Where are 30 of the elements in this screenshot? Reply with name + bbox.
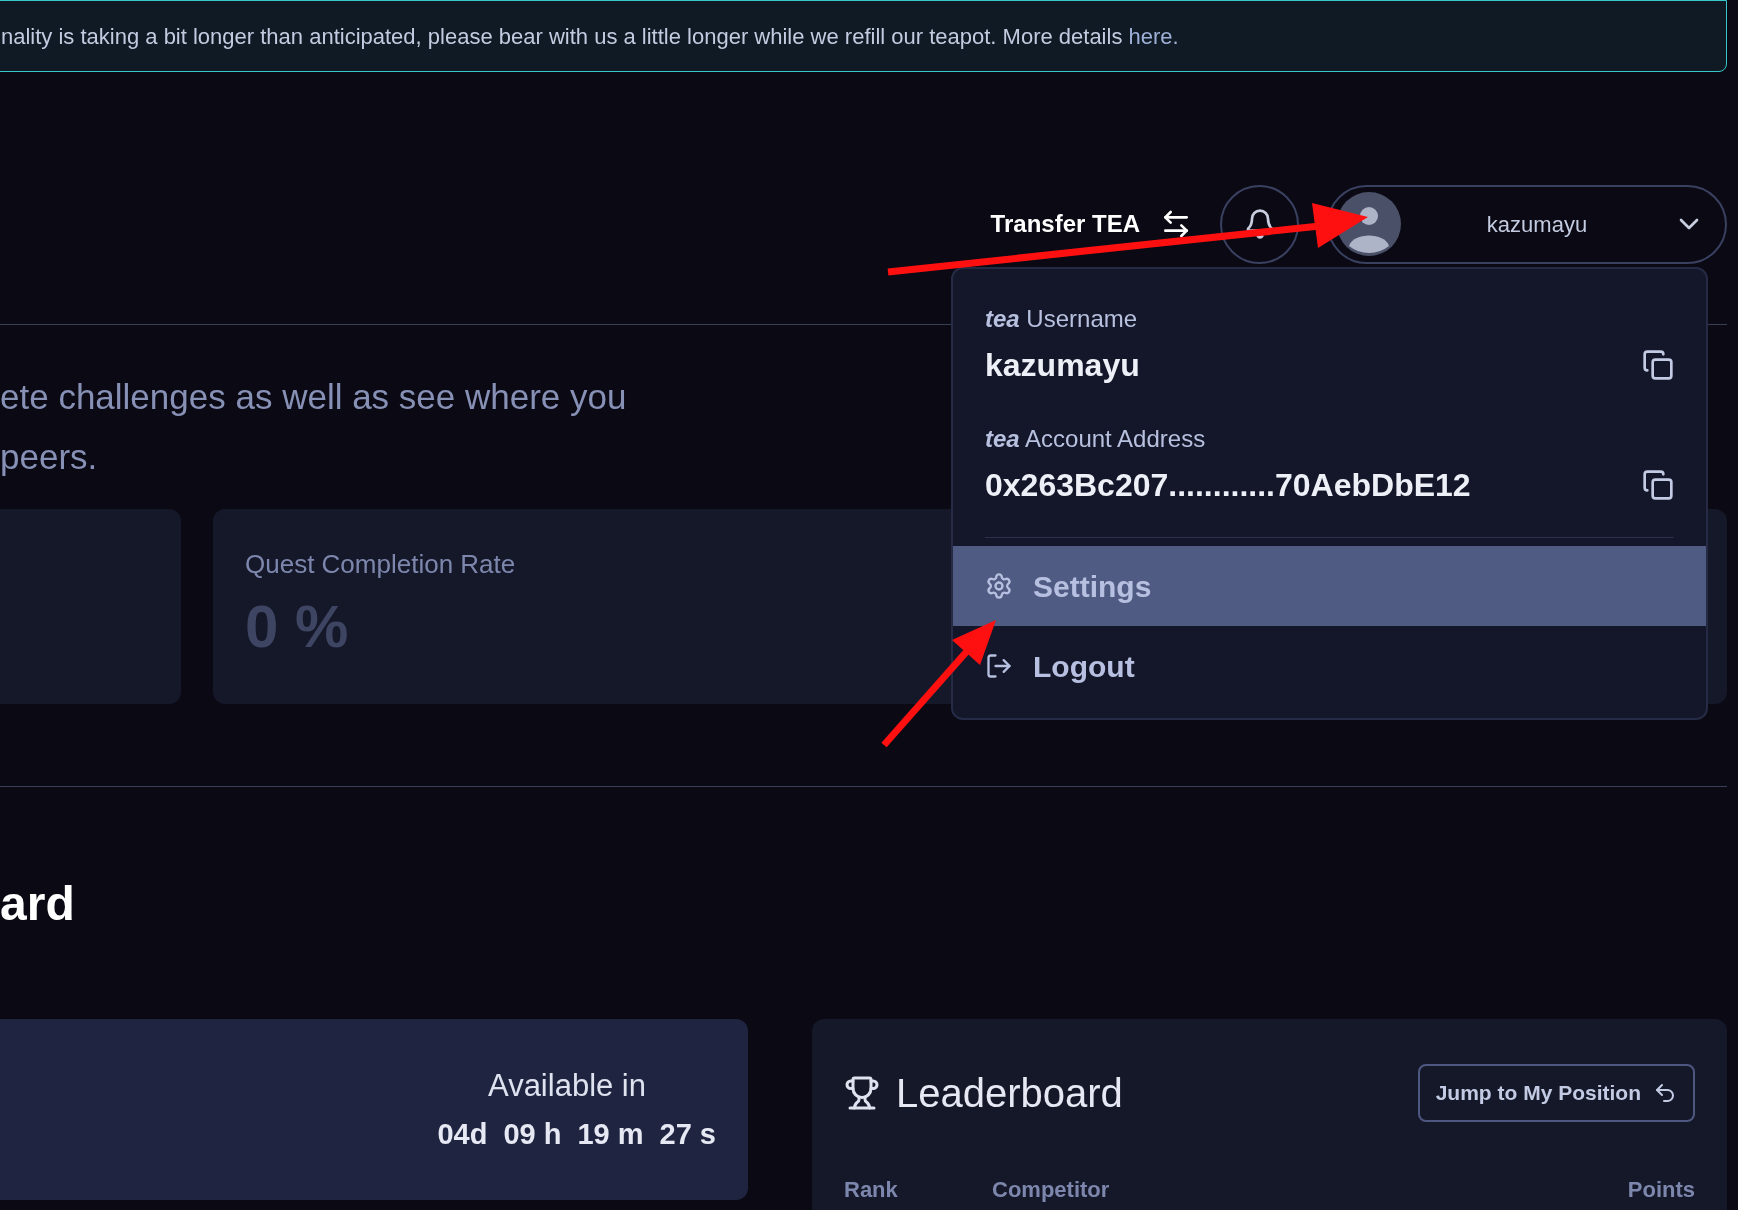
column-header: Points [1627,1176,1695,1204]
stat-value: 0 % [245,592,349,662]
menu-item[interactable]: Settings [953,546,1706,626]
copy-icon [1642,349,1674,381]
countdown-timer: 04d 09 h 19 m 27 s [437,1117,716,1152]
announcement-text: nality is taking a bit longer than anticipated, please bear with us a little longer while we refill our teapot. More details here. [1,22,1179,51]
leaderboard-title: Leaderboard [896,1070,1123,1117]
field-value: kazumayu [985,346,1140,385]
copy-button[interactable] [1642,349,1674,381]
jump-to-position-button[interactable]: Jump to My Position [1417,1064,1695,1122]
countdown-label: Available in [488,1066,647,1105]
column-header: Competitor [992,1176,1111,1204]
details-link[interactable]: here. [1128,23,1179,49]
copy-button[interactable] [1642,469,1674,501]
trophy-icon [844,1075,880,1111]
intro-text: peers. [0,436,98,478]
copy-icon [1642,469,1674,501]
notifications-button[interactable] [1220,184,1299,264]
field-value: 0x263Bc207............70AebDbE12 [985,466,1471,505]
stat-label: Quest Completion Rate [245,548,516,581]
field-label: tea Username [985,304,1139,334]
return-arrow-icon [1653,1081,1677,1105]
column-header: Rank [844,1176,899,1204]
section-title: ard [0,876,75,932]
field-label: tea Account Address [985,424,1207,454]
menu-item[interactable]: Logout [953,626,1706,706]
transfer-button[interactable]: Transfer TEA [990,206,1192,242]
settings-icon [985,572,1013,600]
logout-icon [985,652,1013,680]
intro-text: ete challenges as well as see where you [0,376,627,418]
